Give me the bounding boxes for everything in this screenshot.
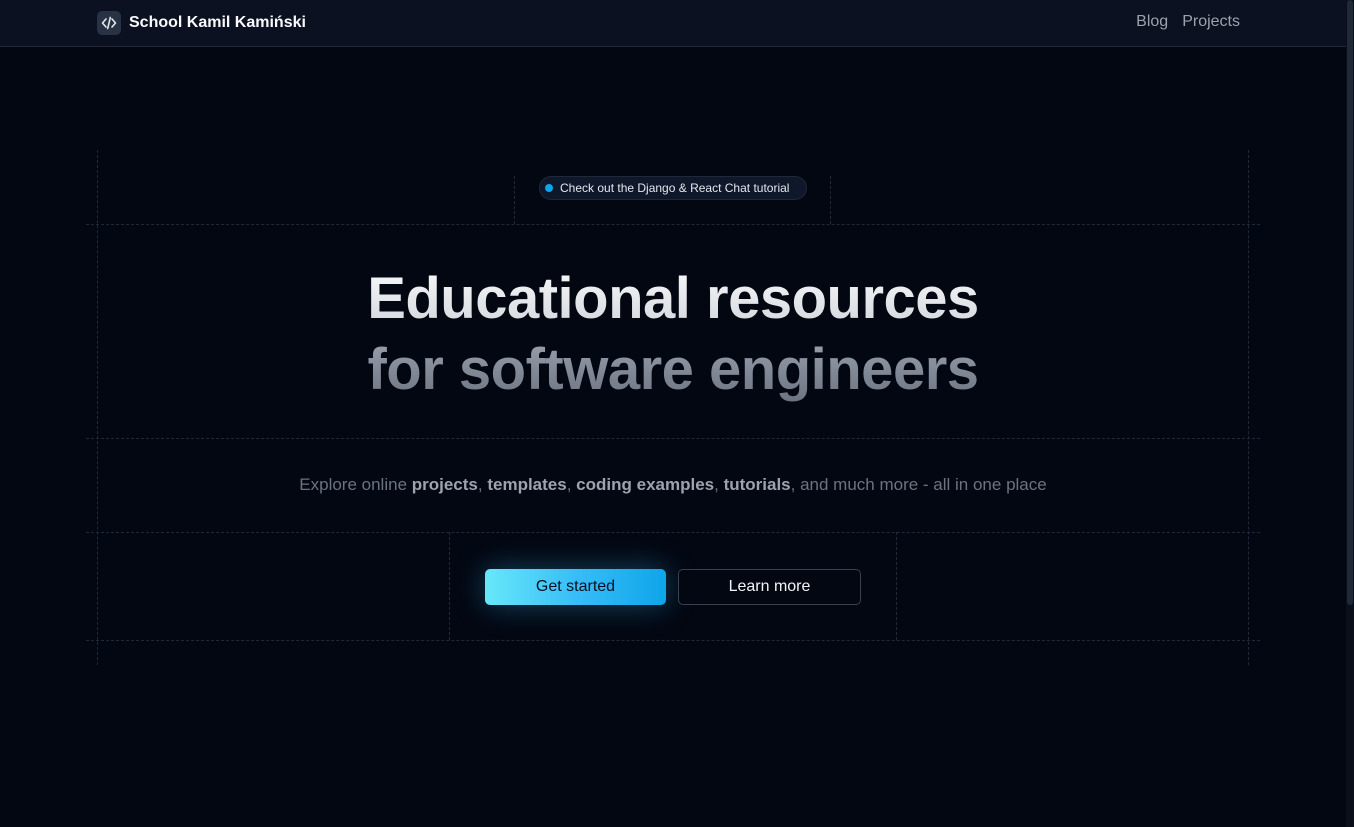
grid-line — [97, 150, 98, 665]
site-header: School Kamil Kamiński Blog Projects — [0, 0, 1346, 47]
brand-link[interactable]: School Kamil Kamiński — [97, 11, 306, 35]
hero-subtitle: Explore online projects, templates, codi… — [0, 475, 1346, 495]
grid-line — [830, 176, 831, 224]
grid-line — [896, 532, 897, 640]
grid-line — [86, 640, 1260, 641]
subtitle-templates: templates — [487, 475, 567, 494]
grid-line — [86, 224, 1260, 225]
scrollbar[interactable] — [1346, 0, 1354, 827]
grid-line — [1248, 150, 1249, 665]
nav-link-projects[interactable]: Projects — [1182, 13, 1240, 31]
learn-more-button[interactable]: Learn more — [678, 569, 861, 605]
badge-text: Check out the Django & React Chat tutori… — [560, 181, 790, 195]
subtitle-tutorials: tutorials — [723, 475, 791, 494]
announcement-badge[interactable]: Check out the Django & React Chat tutori… — [539, 176, 807, 200]
subtitle-text: , — [477, 475, 488, 494]
grid-line — [449, 532, 450, 640]
subtitle-text: , — [714, 475, 724, 494]
grid-line — [86, 532, 1260, 533]
hero-title-line-1: Educational resources — [0, 265, 1346, 332]
hero-title-line-2: for software engineers — [0, 336, 1346, 403]
grid-line — [514, 176, 515, 224]
scrollbar-thumb[interactable] — [1347, 0, 1353, 605]
subtitle-text: Explore online — [299, 475, 412, 494]
code-icon — [97, 11, 121, 35]
subtitle-coding-examples: coding examples — [576, 475, 715, 494]
get-started-button[interactable]: Get started — [485, 569, 666, 605]
main-nav: Blog Projects — [1136, 13, 1240, 31]
brand-name: School Kamil Kamiński — [129, 14, 306, 31]
subtitle-projects: projects — [411, 475, 478, 494]
subtitle-text: , and much more - all in one place — [790, 475, 1047, 494]
nav-link-blog[interactable]: Blog — [1136, 13, 1168, 31]
page: School Kamil Kamiński Blog Projects Chec… — [0, 0, 1354, 827]
grid-line — [86, 438, 1260, 439]
status-dot — [545, 184, 553, 192]
subtitle-text: , — [566, 475, 577, 494]
